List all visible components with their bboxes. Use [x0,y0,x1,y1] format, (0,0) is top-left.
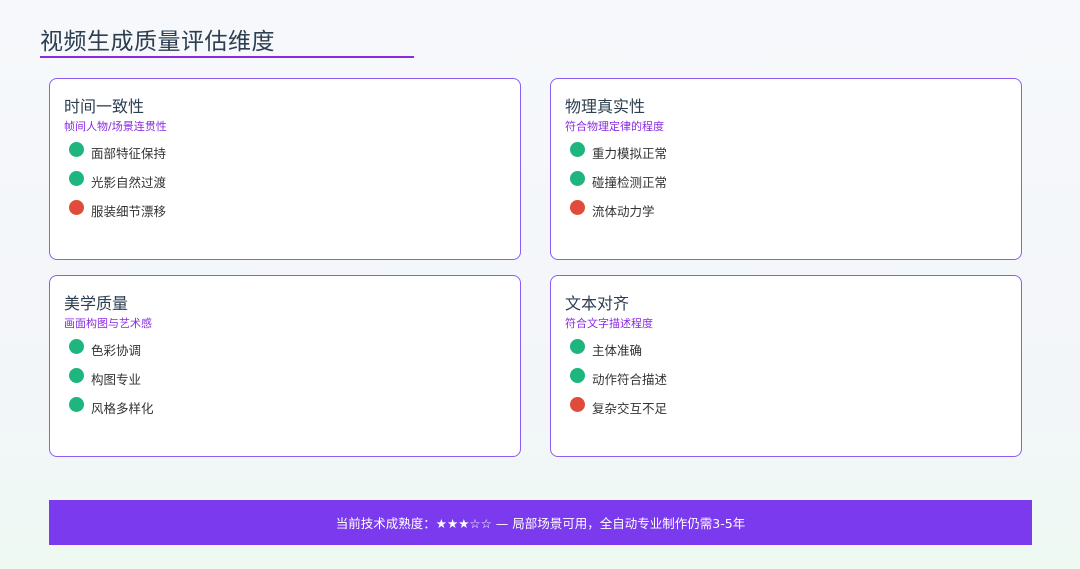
status-dot-icon [570,338,585,354]
item-label: 主体准确 [592,342,643,358]
status-dot-icon [570,199,585,215]
item-label: 风格多样化 [91,400,154,416]
page-title: 视频生成质量评估维度 [40,29,275,55]
status-dot-icon [570,170,585,186]
list-item: 服装细节漂移 [69,199,166,219]
list-item: 碰撞检测正常 [570,170,667,190]
card-title: 美学质量 [64,294,129,313]
item-label: 色彩协调 [91,342,142,358]
item-label: 重力模拟正常 [592,145,668,161]
item-label: 光影自然过渡 [91,174,167,190]
status-dot-icon [570,396,585,412]
card-subtitle: 符合文字描述程度 [565,317,653,330]
card-title: 时间一致性 [64,97,145,116]
item-label: 碰撞检测正常 [592,174,668,190]
card-temporal-consistency: 时间一致性 帧间人物/场景连贯性 面部特征保持 光影自然过渡 服装细节漂移 [49,78,521,260]
item-label: 服装细节漂移 [91,203,167,219]
item-label: 复杂交互不足 [592,400,668,416]
status-dot-icon [570,141,585,157]
status-dot-icon [69,396,84,412]
card-subtitle: 帧间人物/场景连贯性 [64,120,167,133]
card-title: 物理真实性 [565,97,646,116]
item-label: 流体动力学 [592,203,655,219]
card-subtitle: 画面构图与艺术感 [64,317,152,330]
maturity-banner: 当前技术成熟度：★★★☆☆ — 局部场景可用，全自动专业制作仍需3-5年 [49,500,1032,545]
list-item: 流体动力学 [570,199,655,219]
list-item: 色彩协调 [69,338,141,358]
status-dot-icon [69,199,84,215]
status-dot-icon [570,367,585,383]
list-item: 重力模拟正常 [570,141,667,161]
card-subtitle: 符合物理定律的程度 [565,120,664,133]
card-aesthetic-quality: 美学质量 画面构图与艺术感 色彩协调 构图专业 风格多样化 [49,275,521,457]
list-item: 风格多样化 [69,396,154,416]
list-item: 光影自然过渡 [69,170,166,190]
item-label: 面部特征保持 [91,145,167,161]
status-dot-icon [69,338,84,354]
status-dot-icon [69,141,84,157]
list-item: 复杂交互不足 [570,396,667,416]
card-title: 文本对齐 [565,294,630,313]
list-item: 面部特征保持 [69,141,166,161]
card-text-alignment: 文本对齐 符合文字描述程度 主体准确 动作符合描述 复杂交互不足 [550,275,1022,457]
item-label: 动作符合描述 [592,371,668,387]
maturity-text: 当前技术成熟度：★★★☆☆ — 局部场景可用，全自动专业制作仍需3-5年 [335,516,746,531]
item-label: 构图专业 [91,371,142,387]
card-physical-realism: 物理真实性 符合物理定律的程度 重力模拟正常 碰撞检测正常 流体动力学 [550,78,1022,260]
list-item: 构图专业 [69,367,141,387]
status-dot-icon [69,367,84,383]
list-item: 动作符合描述 [570,367,667,387]
title-underline [40,56,414,58]
list-item: 主体准确 [570,338,642,358]
status-dot-icon [69,170,84,186]
